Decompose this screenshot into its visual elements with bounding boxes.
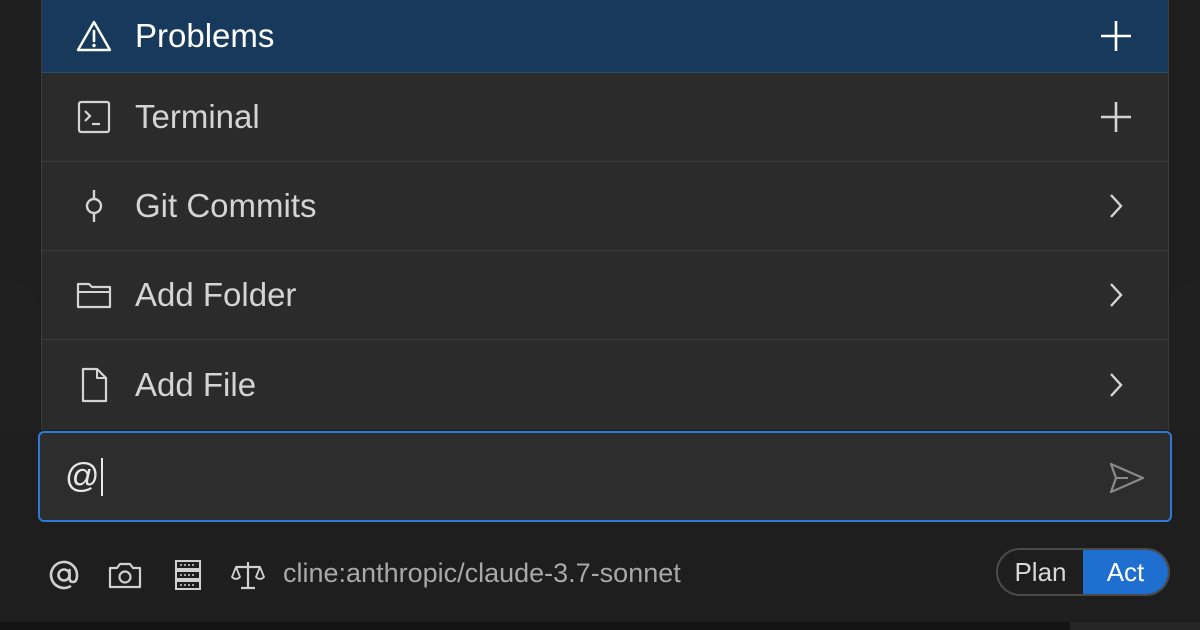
chat-input-text[interactable]: @ <box>65 457 103 496</box>
mode-plan-button[interactable]: Plan <box>998 550 1083 594</box>
terminal-icon <box>74 97 114 137</box>
at-icon[interactable] <box>47 558 81 592</box>
background-panel-right <box>1168 282 1200 432</box>
menu-item-label: Terminal <box>135 98 260 135</box>
menu-item-label: Add Folder <box>135 276 297 313</box>
mode-toggle[interactable]: Plan Act <box>996 548 1170 596</box>
menu-item-git-commits[interactable]: Git Commits <box>42 162 1168 251</box>
chevron-right-icon[interactable] <box>1096 275 1136 315</box>
chevron-right-icon[interactable] <box>1096 186 1136 226</box>
menu-item-add-folder[interactable]: Add Folder <box>42 251 1168 340</box>
camera-icon[interactable] <box>108 558 142 592</box>
menu-item-label: Add File <box>135 366 257 403</box>
send-icon[interactable] <box>1106 457 1148 499</box>
background-panel-left <box>0 282 40 432</box>
bottom-toolbar: cline:anthropic/claude-3.7-sonnet Plan A… <box>0 540 1200 610</box>
git-commit-icon <box>74 186 114 226</box>
scale-icon[interactable] <box>231 558 265 592</box>
file-icon <box>74 365 114 405</box>
server-icon[interactable] <box>171 558 205 592</box>
menu-item-add-file[interactable]: Add File <box>42 340 1168 430</box>
menu-item-label: Git Commits <box>135 187 317 224</box>
chat-panel: Problems Terminal Git Commits Add Folder… <box>0 0 1200 630</box>
text-caret <box>100 457 103 496</box>
menu-item-label: Problems <box>135 17 275 54</box>
plus-icon[interactable] <box>1096 16 1136 56</box>
mention-menu: Problems Terminal Git Commits Add Folder… <box>41 0 1169 430</box>
warning-icon <box>74 16 114 56</box>
chat-input[interactable]: @ <box>38 431 1172 522</box>
model-selector[interactable]: cline:anthropic/claude-3.7-sonnet <box>283 558 681 589</box>
plus-icon[interactable] <box>1096 97 1136 137</box>
mode-act-button[interactable]: Act <box>1083 550 1168 594</box>
folder-icon <box>74 275 114 315</box>
bottom-edge <box>0 622 1200 630</box>
chevron-right-icon[interactable] <box>1096 365 1136 405</box>
chat-input-value: @ <box>65 457 100 495</box>
menu-item-terminal[interactable]: Terminal <box>42 73 1168 162</box>
bottom-edge-right <box>1070 622 1200 630</box>
menu-item-problems[interactable]: Problems <box>42 0 1168 73</box>
